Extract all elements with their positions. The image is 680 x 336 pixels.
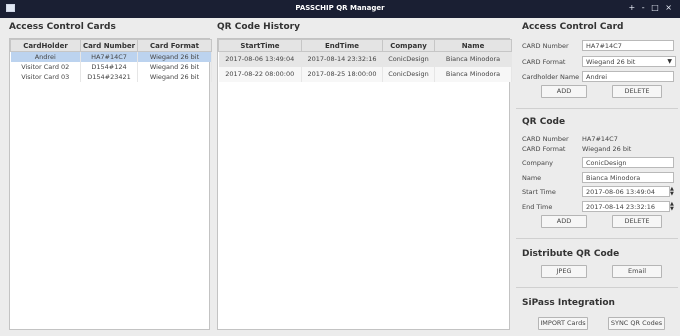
card-format-select[interactable]: Wiegand 26 bit ▼: [582, 56, 676, 67]
cardholder-name-input[interactable]: Andrei: [582, 71, 674, 82]
column-header-card-format[interactable]: Card Format: [137, 39, 212, 52]
start-time-value: 2017-08-06 13:49:04: [586, 188, 656, 196]
cell-name: Bianca Minodora: [434, 66, 512, 82]
title-bar: PASSCHIP QR Manager + - □ ×: [0, 0, 680, 18]
card-number-input[interactable]: HA7#14C7: [582, 40, 674, 51]
cell-card-format: Wiegand 26 bit: [137, 71, 212, 82]
card-number-label: CARD Number: [522, 42, 569, 50]
end-time-value: 2017-08-14 23:32:16: [586, 203, 656, 211]
cell-name: Bianca Minodora: [434, 51, 512, 67]
column-header-start-time[interactable]: StartTime: [218, 39, 302, 52]
company-label: Company: [522, 159, 553, 167]
cell-cardholder: Visitor Card 02: [10, 61, 81, 72]
chevron-down-icon: ▼: [667, 58, 672, 65]
column-header-company[interactable]: Company: [382, 39, 435, 52]
column-header-cardholder[interactable]: CardHolder: [10, 39, 81, 52]
qr-card-format-value: Wiegand 26 bit: [582, 145, 632, 153]
qr-card-number-value: HA7#14C7: [582, 135, 618, 143]
cell-start-time: 2017-08-22 08:00:00: [218, 66, 302, 82]
spinner-arrows-icon[interactable]: ▲ ▼: [670, 187, 676, 197]
cell-card-format: Wiegand 26 bit: [137, 61, 212, 72]
column-header-name[interactable]: Name: [434, 39, 512, 52]
cell-start-time: 2017-08-06 13:49:04: [218, 51, 302, 67]
cards-panel-title: Access Control Cards: [9, 22, 116, 32]
table-row[interactable]: Andrei HA7#14C7 Wiegand 26 bit: [10, 51, 212, 62]
cell-end-time: 2017-08-14 23:32:16: [301, 51, 383, 67]
window-title: PASSCHIP QR Manager: [295, 4, 385, 12]
card-format-value: Wiegand 26 bit: [586, 58, 636, 66]
table-row[interactable]: 2017-08-22 08:00:00 2017-08-25 18:00:00 …: [218, 66, 512, 82]
cell-cardholder: Visitor Card 03: [10, 71, 81, 82]
cell-card-number: D154#124: [80, 61, 138, 72]
table-row[interactable]: 2017-08-06 13:49:04 2017-08-14 23:32:16 …: [218, 51, 512, 67]
cell-cardholder: Andrei: [10, 51, 81, 62]
qr-history-title: QR Code History: [217, 22, 300, 32]
name-input[interactable]: Bianca Minodora: [582, 172, 674, 183]
cell-company: ConicDesign: [382, 66, 435, 82]
qr-history-panel: StartTime EndTime Company Name 2017-08-0…: [217, 38, 512, 330]
qr-card-format-label: CARD Format: [522, 145, 566, 153]
cell-card-number: HA7#14C7: [80, 51, 138, 62]
cards-table-panel: CardHolder Card Number Card Format Andre…: [9, 38, 212, 330]
cell-end-time: 2017-08-25 18:00:00: [301, 66, 383, 82]
window-controls-icon[interactable]: + - □ ×: [629, 3, 674, 12]
name-label: Name: [522, 174, 542, 182]
qr-history-table: StartTime EndTime Company Name 2017-08-0…: [218, 39, 512, 82]
divider: [516, 108, 678, 109]
sync-qr-codes-button[interactable]: SYNC QR Codes: [608, 317, 665, 330]
cell-card-format: Wiegand 26 bit: [137, 51, 212, 62]
qr-code-title: QR Code: [522, 117, 566, 127]
cards-table: CardHolder Card Number Card Format Andre…: [10, 39, 212, 82]
end-time-label: End Time: [522, 203, 553, 211]
import-cards-button[interactable]: IMPORT Cards: [538, 317, 588, 330]
add-qr-button[interactable]: ADD: [541, 215, 587, 228]
jpeg-button[interactable]: JPEG: [541, 265, 587, 278]
column-header-card-number[interactable]: Card Number: [80, 39, 138, 52]
end-time-spinner[interactable]: 2017-08-14 23:32:16 ▲ ▼: [582, 201, 674, 212]
sipass-title: SiPass Integration: [522, 298, 615, 308]
add-card-button[interactable]: ADD: [541, 85, 587, 98]
distribute-title: Distribute QR Code: [522, 249, 620, 259]
column-header-end-time[interactable]: EndTime: [301, 39, 383, 52]
table-row[interactable]: Visitor Card 02 D154#124 Wiegand 26 bit: [10, 61, 212, 72]
spinner-arrows-icon[interactable]: ▲ ▼: [670, 202, 676, 212]
email-button[interactable]: Email: [612, 265, 662, 278]
start-time-label: Start Time: [522, 188, 556, 196]
access-card-title: Access Control Card: [522, 22, 624, 32]
start-time-spinner[interactable]: 2017-08-06 13:49:04 ▲ ▼: [582, 186, 674, 197]
card-format-label: CARD Format: [522, 58, 566, 66]
table-row[interactable]: Visitor Card 03 D154#23421 Wiegand 26 bi…: [10, 71, 212, 82]
divider: [516, 238, 678, 239]
cell-card-number: D154#23421: [80, 71, 138, 82]
cell-company: ConicDesign: [382, 51, 435, 67]
cardholder-name-label: Cardholder Name: [522, 73, 580, 81]
delete-qr-button[interactable]: DELETE: [612, 215, 662, 228]
qr-card-number-label: CARD Number: [522, 135, 569, 143]
divider: [516, 287, 678, 288]
company-input[interactable]: ConicDesign: [582, 157, 674, 168]
delete-card-button[interactable]: DELETE: [612, 85, 662, 98]
